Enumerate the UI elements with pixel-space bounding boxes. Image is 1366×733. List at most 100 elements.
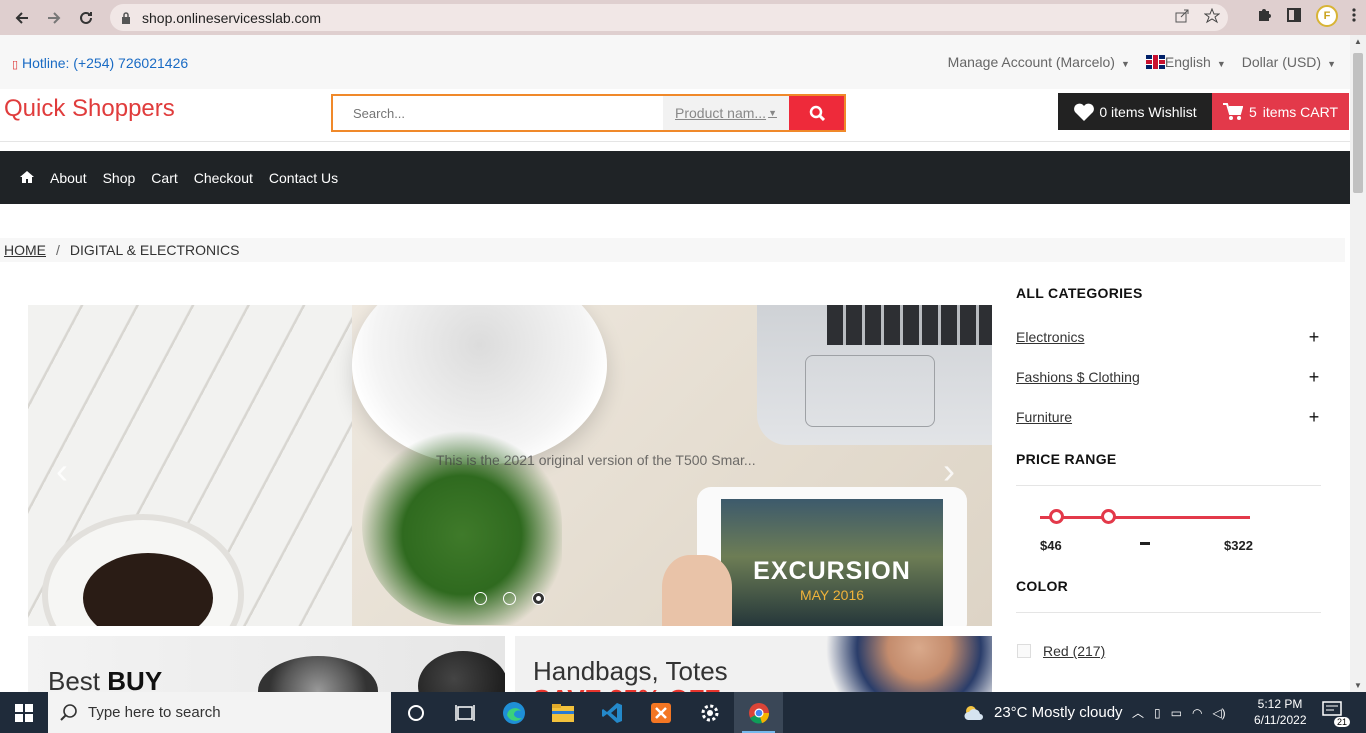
nav-contact-us[interactable]: Contact Us [269,170,338,186]
notifications-icon[interactable]: 21 [1322,701,1350,727]
color-title: COLOR [1016,578,1069,594]
tablet-subtitle: MAY 2016 [799,587,865,603]
nav-cart[interactable]: Cart [151,170,177,186]
taskbar-search[interactable]: Type here to search [48,692,391,733]
side-panel-icon[interactable] [1286,7,1302,26]
nav-about[interactable]: About [50,170,87,186]
forward-icon[interactable] [38,2,70,34]
expand-plus-icon[interactable]: + [1307,407,1321,428]
tablet-image: EXCURSION MAY 2016 [697,487,967,626]
weather-text: 23°C Mostly cloudy [994,704,1123,721]
laptop-image [757,305,992,445]
slider-prev-icon[interactable]: ‹ [56,450,68,492]
search-icon [60,703,77,721]
nav-shop[interactable]: Shop [103,170,136,186]
task-view-icon[interactable] [440,692,489,733]
cart-icon [1223,102,1243,120]
category-select-label: Product nam... [675,105,767,121]
price-max-handle[interactable] [1101,509,1116,524]
category-item: Electronics + [1016,317,1321,357]
settings-gear-icon[interactable] [685,692,734,733]
hero-slider: EXCURSION MAY 2016 This is the 2021 orig… [28,305,992,626]
language-label: English [1164,54,1211,70]
promo-banner-best-buy[interactable]: Best BUY [28,636,505,692]
category-link-furniture[interactable]: Furniture [1016,409,1072,425]
xampp-icon[interactable] [636,692,685,733]
currency-dropdown[interactable]: Dollar (USD) ▼ [1242,54,1336,70]
cart-count: 5 [1249,103,1257,120]
site-logo[interactable]: Quick Shoppers [4,95,175,123]
filter-sidebar: ALL CATEGORIES Electronics + Fashions $ … [1016,285,1321,671]
reload-icon[interactable] [70,2,102,34]
edge-browser-icon[interactable] [489,692,538,733]
vscode-icon[interactable] [587,692,636,733]
cart-label: items CART [1262,103,1338,120]
breadcrumb-current: DIGITAL & ELECTRONICS [69,242,240,258]
bookmark-star-icon[interactable] [1203,7,1221,27]
file-explorer-icon[interactable] [538,692,587,733]
windows-start-icon[interactable] [0,692,48,733]
cloudy-weather-icon [964,705,983,720]
taskbar-clock[interactable]: 5:12 PM 6/11/2022 [1254,696,1307,728]
color-link-red[interactable]: Red (217) [1043,643,1105,659]
hotline-link[interactable]: ▯ Hotline: (+254) 726021426 [12,55,188,71]
category-item: Fashions $ Clothing + [1016,357,1321,397]
wifi-icon[interactable]: ◠ [1192,706,1202,720]
search-input[interactable] [333,96,663,130]
search-form: Product nam...▼ [331,94,846,132]
language-dropdown[interactable]: English ▼ [1145,54,1226,70]
nav-checkout[interactable]: Checkout [194,170,253,186]
chevron-up-icon[interactable]: ︿ [1132,704,1144,721]
caret-down-icon: ▼ [768,108,777,118]
category-link-fashions[interactable]: Fashions $ Clothing [1016,369,1140,385]
price-min-handle[interactable] [1049,509,1064,524]
address-bar[interactable]: shop.onlineservicesslab.com [110,4,1228,31]
cortana-icon[interactable] [391,692,440,733]
model-image [805,636,992,692]
device-icon[interactable]: ▯ [1154,706,1161,720]
range-dash [1140,542,1150,545]
wishlist-button[interactable]: 0 items Wishlist [1058,93,1212,130]
slider-dot-2[interactable] [503,592,516,605]
profile-avatar[interactable]: F [1316,5,1338,27]
expand-plus-icon[interactable]: + [1307,367,1321,388]
slider-dot-1[interactable] [474,592,487,605]
top-bar: ▯ Hotline: (+254) 726021426 Manage Accou… [0,35,1350,89]
battery-icon[interactable]: ▭ [1171,706,1182,720]
expand-plus-icon[interactable]: + [1307,327,1321,348]
home-icon[interactable] [20,170,34,186]
cart-button[interactable]: 5 items CART [1212,93,1349,130]
browser-menu-icon[interactable] [1352,7,1356,26]
extensions-icon[interactable] [1256,7,1272,26]
breadcrumb: HOME / DIGITAL & ELECTRONICS [0,238,1345,262]
promo-banner-handbags[interactable]: Handbags, Totes SAVE 25% OFF [515,636,992,692]
windows-taskbar: Type here to search 23°C Mostly cloudy ︿… [0,692,1366,733]
scroll-down-icon[interactable]: ▼ [1354,681,1362,690]
chrome-icon[interactable] [734,692,783,733]
search-button[interactable] [789,96,844,130]
page-scrollbar[interactable]: ▲ ▼ [1350,35,1366,692]
caret-down-icon: ▼ [1216,59,1226,69]
categories-title: ALL CATEGORIES [1016,285,1143,301]
back-icon[interactable] [6,2,38,34]
web-page: ▯ Hotline: (+254) 726021426 Manage Accou… [0,35,1350,692]
weather-widget[interactable]: 23°C Mostly cloudy [962,692,1123,733]
slide-caption: This is the 2021 original version of the… [436,452,756,468]
scrollbar-thumb[interactable] [1353,53,1363,193]
banner-offer: SAVE 25% OFF [533,684,720,692]
slider-next-icon[interactable]: › [943,450,955,492]
category-link-electronics[interactable]: Electronics [1016,329,1084,345]
uk-flag-icon [1145,55,1165,69]
volume-icon[interactable]: ◁) [1212,706,1225,720]
price-max-label: $322 [1224,538,1253,553]
wishlist-label: 0 items Wishlist [1099,103,1197,120]
caret-down-icon: ▼ [1327,59,1336,69]
share-icon[interactable] [1174,8,1190,27]
breadcrumb-home[interactable]: HOME [4,242,46,258]
slider-dot-3[interactable] [532,592,545,605]
scroll-up-icon[interactable]: ▲ [1354,37,1362,46]
color-checkbox[interactable] [1017,644,1031,658]
account-dropdown[interactable]: Manage Account (Marcelo) ▼ [948,54,1130,70]
color-option: Red (217) [1016,631,1321,671]
category-select[interactable]: Product nam... ▼ [663,96,789,130]
